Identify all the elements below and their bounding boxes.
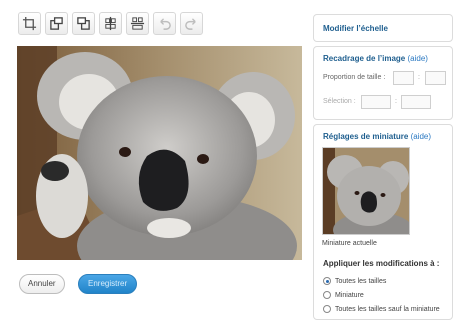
selection-height-input[interactable] xyxy=(401,95,431,109)
save-button[interactable]: Enregistrer xyxy=(78,274,138,294)
thumbnail-panel: Réglages de miniature (aide) Miniature a… xyxy=(313,124,453,320)
rotate-left-icon xyxy=(50,17,63,30)
image-editor: Annuler Enregistrer Modifier l’échelle R… xyxy=(0,0,456,324)
thumbnail-preview xyxy=(322,147,410,235)
crop-icon xyxy=(22,16,37,31)
radio-thumbnail-label: Miniature xyxy=(335,291,364,299)
redo-button[interactable] xyxy=(180,12,203,35)
flip-horizontal-button[interactable] xyxy=(126,12,149,35)
image-toolbar xyxy=(18,12,203,38)
crop-panel: Recadrage de l’image (aide) Proportion d… xyxy=(313,46,453,120)
thumbnail-panel-title-text: Réglages de miniature xyxy=(323,132,409,141)
ratio-separator: : xyxy=(418,74,420,81)
koala-image xyxy=(17,46,302,260)
radio-all[interactable] xyxy=(323,277,331,285)
ratio-width-input[interactable] xyxy=(393,71,414,85)
apply-option-all[interactable]: Toutes les tailles xyxy=(323,277,386,285)
radio-all-except-thumbnail-label: Toutes les tailles sauf la miniature xyxy=(335,305,440,313)
radio-thumbnail[interactable] xyxy=(323,291,331,299)
selection-label: Sélection : xyxy=(323,98,356,105)
crop-button[interactable] xyxy=(18,12,41,35)
crop-help-link[interactable]: (aide) xyxy=(408,54,428,63)
apply-option-thumbnail[interactable]: Miniature xyxy=(323,291,364,299)
selection-width-input[interactable] xyxy=(361,95,391,109)
rotate-right-icon xyxy=(77,17,90,30)
selection-separator: : xyxy=(395,98,397,105)
undo-icon xyxy=(160,18,171,30)
thumbnail-panel-title: Réglages de miniature (aide) xyxy=(323,132,431,141)
apply-heading: Appliquer les modifications à : xyxy=(323,259,440,268)
image-preview[interactable] xyxy=(17,46,302,260)
cancel-button[interactable]: Annuler xyxy=(19,274,65,294)
crop-panel-title-text: Recadrage de l’image xyxy=(323,54,406,63)
ratio-height-input[interactable] xyxy=(425,71,446,85)
thumbnail-help-link[interactable]: (aide) xyxy=(411,132,431,141)
undo-button[interactable] xyxy=(153,12,176,35)
radio-all-label: Toutes les tailles xyxy=(335,277,387,285)
scale-panel-title[interactable]: Modifier l’échelle xyxy=(323,24,388,33)
apply-option-all-except-thumbnail[interactable]: Toutes les tailles sauf la miniature xyxy=(323,305,440,313)
flip-vertical-button[interactable] xyxy=(99,12,122,35)
flip-horizontal-icon xyxy=(130,17,145,30)
crop-panel-title: Recadrage de l’image (aide) xyxy=(323,54,428,63)
ratio-label: Proportion de taille : xyxy=(323,74,386,81)
koala-thumbnail-image xyxy=(323,148,409,234)
flip-vertical-icon xyxy=(105,16,116,31)
redo-icon xyxy=(185,18,196,30)
thumbnail-caption: Miniature actuelle xyxy=(322,240,377,247)
rotate-right-button[interactable] xyxy=(72,12,95,35)
radio-all-except-thumbnail[interactable] xyxy=(323,305,331,313)
scale-panel: Modifier l’échelle xyxy=(313,14,453,42)
rotate-left-button[interactable] xyxy=(45,12,68,35)
